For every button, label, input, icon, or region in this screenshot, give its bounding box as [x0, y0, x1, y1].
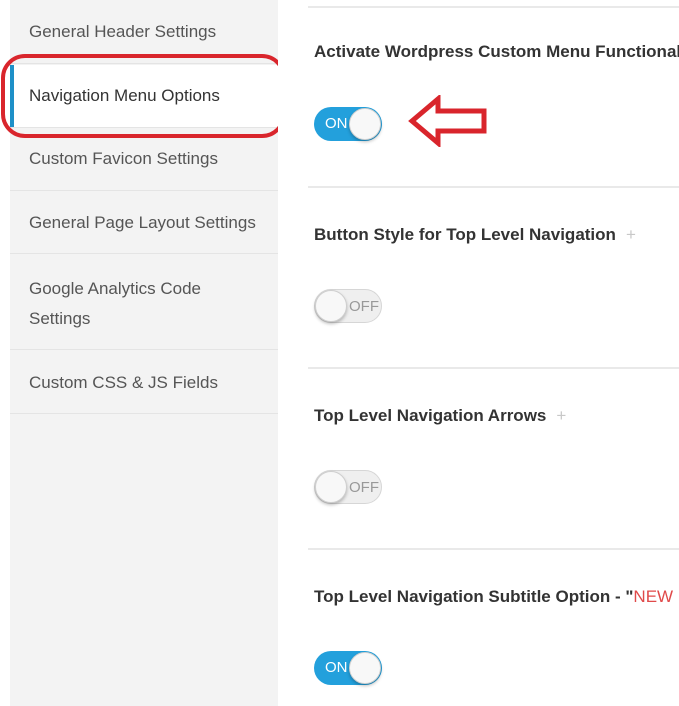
new-feature-badge: NEW FEA — [633, 587, 679, 606]
toggle-label: ON — [325, 115, 348, 132]
sidebar-item-google-analytics[interactable]: Google Analytics Code Settings — [10, 254, 278, 350]
toggle-label: ON — [325, 659, 348, 676]
plus-icon[interactable]: + — [556, 406, 566, 426]
toggle-knob — [315, 471, 347, 503]
divider — [308, 367, 679, 369]
option-title-text: Button Style for Top Level Navigation — [314, 225, 616, 244]
divider — [308, 6, 679, 8]
sidebar-item-custom-css-js[interactable]: Custom CSS & JS Fields — [10, 350, 278, 414]
toggle-label: OFF — [349, 298, 379, 315]
sidebar-item-label: Navigation Menu Options — [29, 86, 220, 105]
sidebar-item-label: Custom Favicon Settings — [29, 149, 218, 168]
sidebar-item-page-layout[interactable]: General Page Layout Settings — [10, 191, 278, 254]
option-title-text: Top Level Navigation Subtitle Option - " — [314, 587, 634, 606]
divider — [308, 548, 679, 550]
active-indicator — [10, 65, 14, 127]
sidebar-item-label: General Page Layout Settings — [29, 213, 256, 232]
sidebar-item-custom-favicon[interactable]: Custom Favicon Settings — [10, 128, 278, 191]
option-title-button-style: Button Style for Top Level Navigation + — [314, 225, 636, 245]
sidebar-item-navigation-menu[interactable]: Navigation Menu Options — [10, 65, 278, 128]
toggle-label: OFF — [349, 479, 379, 496]
sidebar-item-label: General Header Settings — [29, 22, 217, 41]
left-arrow-icon — [408, 95, 487, 147]
settings-sidebar: General Header Settings Navigation Menu … — [10, 0, 278, 706]
toggle-knob — [349, 108, 381, 140]
plus-icon[interactable]: + — [626, 225, 636, 245]
toggle-nav-arrows[interactable]: OFF — [314, 470, 382, 504]
toggle-custom-menu[interactable]: ON — [314, 107, 382, 141]
option-title-custom-menu: Activate Wordpress Custom Menu Functiona… — [314, 42, 679, 61]
toggle-knob — [349, 652, 381, 684]
toggle-button-style[interactable]: OFF — [314, 289, 382, 323]
toggle-nav-subtitle[interactable]: ON — [314, 651, 382, 685]
divider — [308, 186, 679, 188]
sidebar-item-label: Custom CSS & JS Fields — [29, 373, 218, 392]
sidebar-item-label: Google Analytics Code Settings — [29, 279, 201, 328]
toggle-knob — [315, 290, 347, 322]
option-title-nav-arrows: Top Level Navigation Arrows + — [314, 406, 566, 426]
option-title-text: Top Level Navigation Arrows — [314, 406, 547, 425]
sidebar-item-general-header[interactable]: General Header Settings — [10, 14, 278, 64]
option-title-nav-subtitle: Top Level Navigation Subtitle Option - "… — [314, 587, 679, 607]
